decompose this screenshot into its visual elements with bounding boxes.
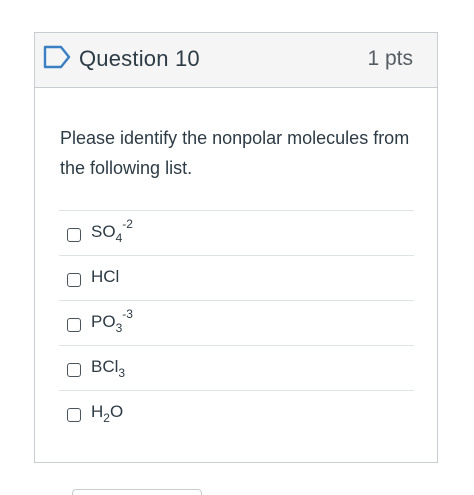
flag-question-icon[interactable] [43,45,71,69]
checkbox[interactable] [67,318,81,332]
answer-label[interactable]: H2O [91,402,123,425]
checkbox[interactable] [67,363,81,377]
question-prompt: Please identify the nonpolar molecules f… [60,128,410,178]
answer-option[interactable]: SO4-2 [59,210,414,255]
answer-option[interactable]: HCl [59,255,414,300]
checkbox[interactable] [67,408,81,422]
answer-label[interactable]: PO3-3 [91,307,133,335]
answer-label[interactable]: HCl [91,267,119,287]
question-title: Question 10 [79,46,200,71]
answer-label[interactable]: BCl3 [91,357,125,380]
checkbox[interactable] [67,228,81,242]
answer-option[interactable]: PO3-3 [59,300,414,345]
question-points: 1 pts [367,47,413,70]
answer-option[interactable]: BCl3 [59,345,414,390]
answer-option[interactable]: H2O [59,390,414,436]
answer-list: SO4-2 HCl PO3-3 BCl3 H2O [59,210,414,436]
question-card: Question 10 1 pts Please identify the no… [34,32,438,463]
answer-label[interactable]: SO4-2 [91,217,133,245]
next-question-card-edge [72,489,202,495]
question-header: Question 10 1 pts [35,33,437,88]
checkbox[interactable] [67,273,81,287]
